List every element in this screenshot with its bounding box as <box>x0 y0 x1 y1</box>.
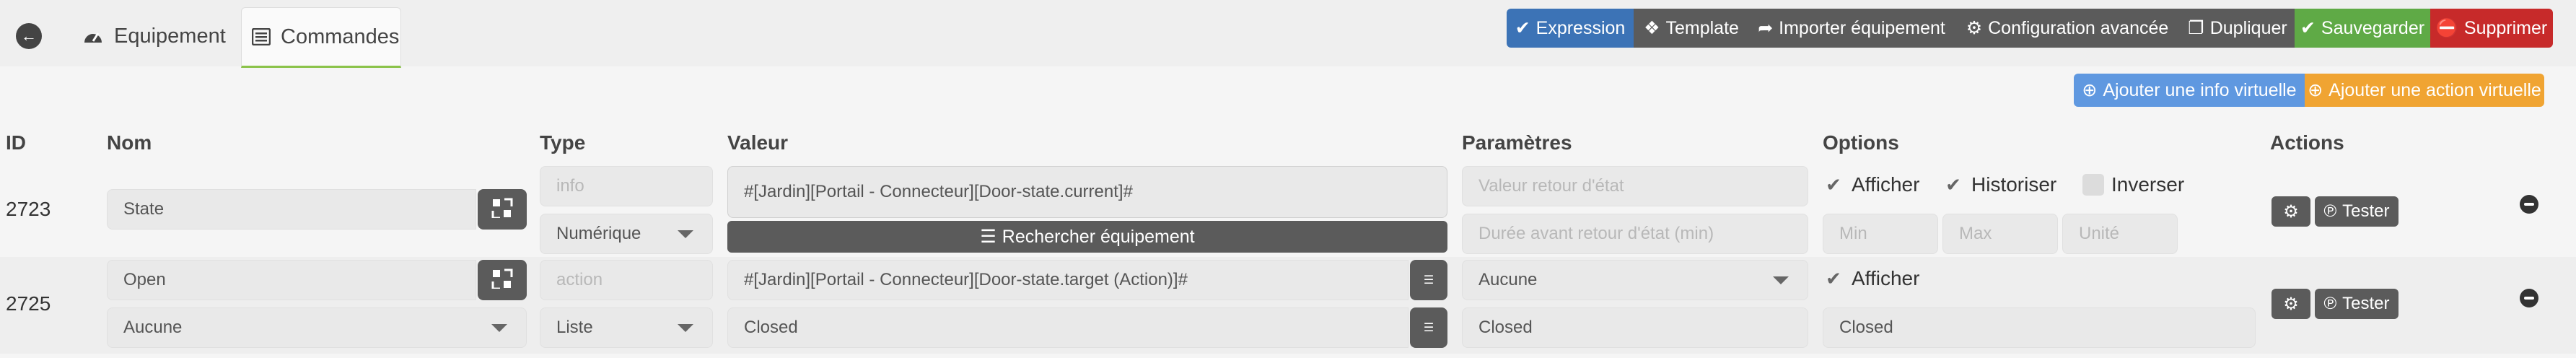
name-input[interactable]: Open <box>107 260 476 300</box>
config-icon <box>491 268 513 292</box>
state-return-delay-input[interactable]: Durée avant retour d'état (min) <box>1462 214 1808 254</box>
back-button[interactable]: ← <box>16 23 42 49</box>
arrow-left-icon: ← <box>16 23 42 49</box>
type-field[interactable]: info <box>540 166 713 206</box>
list-value-input[interactable]: Closed <box>727 307 1409 348</box>
test-button[interactable]: ℗ Tester <box>2315 289 2398 319</box>
advanced-config-button[interactable]: ⚙ <box>2271 289 2310 319</box>
minus-circle-icon: ⛔ <box>2435 17 2458 38</box>
test-button[interactable]: ℗ Tester <box>2315 196 2398 227</box>
search-equipment-button[interactable]: ☰ <box>1410 260 1447 300</box>
search-equipment-button[interactable]: ☰ <box>1410 307 1447 348</box>
advanced-config-button[interactable]: ⚙ <box>2271 196 2310 227</box>
row-id: 2725 <box>6 292 51 315</box>
param-select[interactable]: Aucune <box>1462 260 1808 300</box>
import-equipment-button[interactable]: ➦ Importer équipement <box>1749 9 1954 48</box>
plus-circle-icon: ⊕ <box>2082 80 2098 100</box>
share-icon: ➦ <box>1758 18 1774 38</box>
list-icon: ☰ <box>980 227 996 247</box>
check-circle-icon: ✔ <box>2300 18 2316 38</box>
checkmark-icon: ✔ <box>1826 267 1841 289</box>
value-textarea[interactable]: #[Jardin][Portail - Connecteur][Door-sta… <box>727 166 1447 218</box>
max-input[interactable]: Max <box>1942 214 2058 254</box>
cubes-icon: ❖ <box>1644 18 1660 38</box>
subtype-select[interactable]: Numérique <box>540 214 713 254</box>
col-name: Nom <box>107 131 152 154</box>
min-input[interactable]: Min <box>1823 214 1938 254</box>
param-value-input[interactable]: Closed <box>1462 307 1808 348</box>
add-virtual-info-button[interactable]: ⊕ Ajouter une info virtuelle <box>2074 74 2305 107</box>
remove-command-icon[interactable] <box>2520 289 2538 307</box>
tab-commands-label: Commandes <box>281 25 400 48</box>
checkmark-icon: ✔ <box>1826 173 1841 196</box>
remove-command-icon[interactable] <box>2520 195 2538 214</box>
unit-input[interactable]: Unité <box>2062 214 2178 254</box>
col-options: Options <box>1823 131 1899 154</box>
copy-icon: ❐ <box>2188 18 2204 38</box>
cogs-icon: ⚙ <box>1966 18 1983 38</box>
tab-commands[interactable]: Commandes <box>241 7 401 68</box>
delete-button[interactable]: ⛔ Supprimer <box>2430 9 2553 48</box>
rss-icon: ℗ <box>2323 294 2337 313</box>
invert-checkbox[interactable]: Inverser <box>2082 173 2184 196</box>
tab-equipment[interactable]: Equipement <box>72 16 236 56</box>
display-checkbox[interactable]: ✔ Afficher <box>1823 173 1919 196</box>
action-value-input[interactable]: #[Jardin][Portail - Connecteur][Door-sta… <box>727 260 1409 300</box>
list-icon <box>252 28 271 45</box>
cogs-icon: ⚙ <box>2283 294 2299 314</box>
tab-equipment-label: Equipement <box>114 24 226 48</box>
save-button[interactable]: ✔ Sauvegarder <box>2295 9 2430 48</box>
col-actions: Actions <box>2270 131 2344 154</box>
list-icon: ☰ <box>1423 274 1434 287</box>
col-params: Paramètres <box>1462 131 1572 154</box>
historize-checkbox[interactable]: ✔ Historiser <box>1942 173 2056 196</box>
duplicate-button[interactable]: ❐ Dupliquer <box>2181 9 2295 48</box>
row-id: 2723 <box>6 198 51 220</box>
checkmark-icon: ✔ <box>1945 173 1961 196</box>
col-value: Valeur <box>727 131 789 154</box>
type-field[interactable]: action <box>540 260 713 300</box>
plus-circle-icon: ⊕ <box>2308 80 2323 100</box>
name-input[interactable]: State <box>107 189 476 230</box>
gauge-icon <box>82 27 104 45</box>
link-command-button[interactable] <box>478 260 527 300</box>
unchecked-box <box>2082 174 2104 196</box>
check-icon: ✔ <box>1515 18 1530 38</box>
config-icon <box>491 198 513 222</box>
linked-info-select[interactable]: Aucune <box>107 307 527 348</box>
display-checkbox[interactable]: ✔ Afficher <box>1823 267 1919 290</box>
template-button[interactable]: ❖ Template <box>1634 9 1749 48</box>
expression-button[interactable]: ✔ Expression <box>1507 9 1634 48</box>
state-return-value-input[interactable]: Valeur retour d'état <box>1462 166 1808 206</box>
rss-icon: ℗ <box>2323 201 2337 221</box>
advanced-config-button[interactable]: ⚙ Configuration avancée <box>1954 9 2181 48</box>
link-command-button[interactable] <box>478 189 527 230</box>
search-equipment-button[interactable]: ☰ Rechercher équipement <box>727 221 1447 253</box>
option-value-input[interactable]: Closed <box>1823 307 2256 348</box>
subtype-select[interactable]: Liste <box>540 307 713 348</box>
cogs-icon: ⚙ <box>2283 201 2299 222</box>
col-type: Type <box>540 131 586 154</box>
col-id: ID <box>6 131 26 154</box>
list-icon: ☰ <box>1423 322 1434 334</box>
add-virtual-action-button[interactable]: ⊕ Ajouter une action virtuelle <box>2305 74 2544 107</box>
